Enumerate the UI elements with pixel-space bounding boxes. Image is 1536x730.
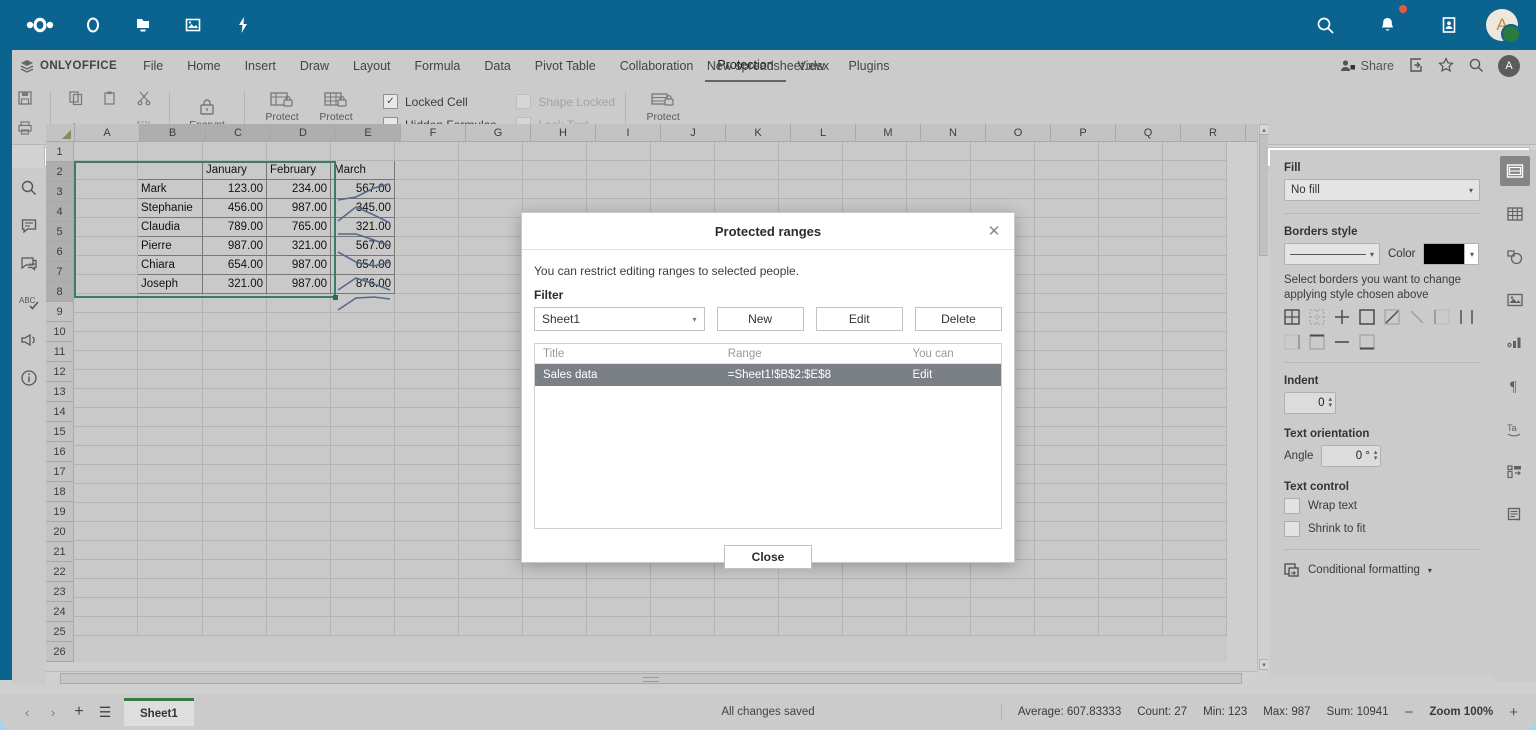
column-header-range: Range xyxy=(720,344,905,363)
new-button[interactable]: New xyxy=(717,307,804,331)
svg-text:ABC: ABC xyxy=(19,296,36,305)
close-icon[interactable]: ✕ xyxy=(984,221,1004,241)
dialog-description: You can restrict editing ranges to selec… xyxy=(534,264,1002,278)
filter-row: Sheet1 ▾ New Edit Delete xyxy=(534,307,1002,331)
filter-value: Sheet1 xyxy=(542,312,580,326)
chevron-down-icon: ▾ xyxy=(692,315,696,324)
dialog-header: Protected ranges ✕ xyxy=(522,213,1014,250)
protected-ranges-dialog: Protected ranges ✕ You can restrict edit… xyxy=(521,212,1015,563)
search-icon[interactable] xyxy=(1468,57,1484,76)
column-header-you-can: You can xyxy=(904,344,1001,363)
chat-icon[interactable] xyxy=(17,252,41,276)
window-left-edge xyxy=(0,50,12,680)
range-title: Sales data xyxy=(535,369,720,381)
open-file-location-icon[interactable] xyxy=(1408,57,1424,76)
about-icon[interactable] xyxy=(17,366,41,390)
modal-overlay: Protected ranges ✕ You can restrict edit… xyxy=(0,0,1536,730)
left-sidebar: ABC xyxy=(12,168,46,684)
app-root: A New spreadsheet.xlsx ONLYOFFICE File H… xyxy=(0,0,1536,730)
dialog-footer: Close xyxy=(534,545,1002,569)
editor-avatar[interactable]: A xyxy=(1498,55,1520,77)
range-address: =Sheet1!$B$2:$E$8 xyxy=(720,369,905,381)
share-button[interactable]: Share xyxy=(1340,59,1394,73)
comments-icon[interactable] xyxy=(17,214,41,238)
editor-header-actions: Share A xyxy=(1340,50,1536,82)
share-label: Share xyxy=(1361,59,1394,73)
dialog-title: Protected ranges xyxy=(715,224,821,239)
column-header-title: Title xyxy=(535,344,720,363)
range-permission: Edit xyxy=(904,369,1001,381)
dialog-body: You can restrict editing ranges to selec… xyxy=(522,250,1014,569)
search-icon[interactable] xyxy=(17,176,41,200)
table-header-row: Title Range You can xyxy=(535,344,1001,364)
feedback-icon[interactable] xyxy=(17,328,41,352)
delete-button[interactable]: Delete xyxy=(915,307,1002,331)
favorite-star-icon[interactable] xyxy=(1438,57,1454,76)
ranges-table: Title Range You can Sales data =Sheet1!$… xyxy=(534,343,1002,529)
filter-label: Filter xyxy=(534,288,1002,302)
filter-select[interactable]: Sheet1 ▾ xyxy=(534,307,705,331)
edit-button[interactable]: Edit xyxy=(816,307,903,331)
table-row[interactable]: Sales data =Sheet1!$B$2:$E$8 Edit xyxy=(535,364,1001,386)
close-button[interactable]: Close xyxy=(724,545,812,569)
spellcheck-icon[interactable]: ABC xyxy=(17,290,41,314)
